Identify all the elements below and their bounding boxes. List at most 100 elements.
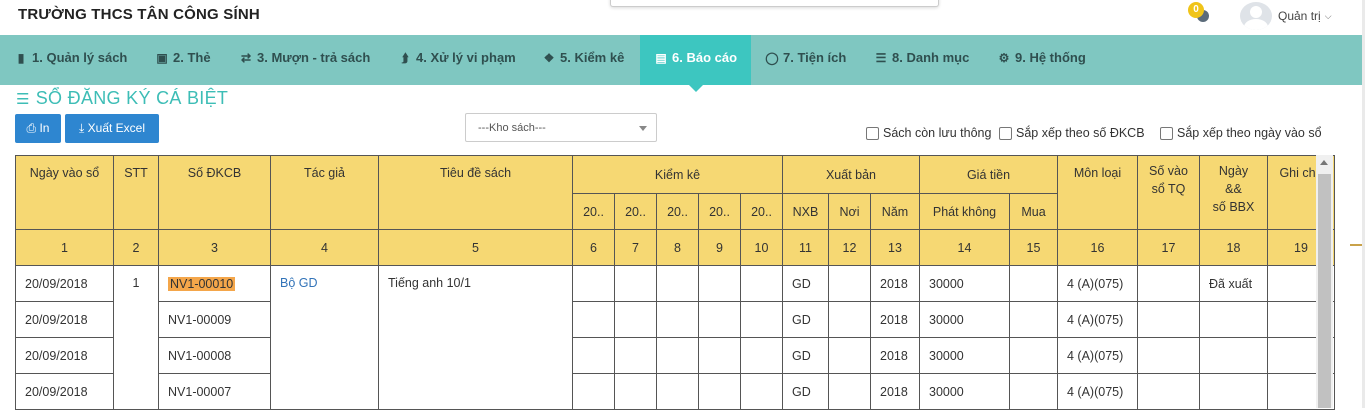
col-number: 14 xyxy=(919,229,1010,266)
cell-ngay-bbx xyxy=(1199,373,1268,410)
nav-label: 1. Quản lý sách xyxy=(32,50,128,65)
col-number: 18 xyxy=(1199,229,1268,266)
header-kiem-ke: Kiểm kê xyxy=(572,155,783,194)
notification-button[interactable]: 0 xyxy=(1188,2,1212,24)
scrollbar-thumb[interactable] xyxy=(1318,174,1331,408)
header-ngay-vao-so: Ngày vào sổ xyxy=(15,155,114,230)
nav-label: 4. Xử lý vi phạm xyxy=(416,50,516,65)
cell-noi xyxy=(828,337,871,374)
nav-item-quan-ly-sach[interactable]: ▮ 1. Quản lý sách xyxy=(14,35,128,85)
col-number: 3 xyxy=(158,229,271,266)
download-icon: ⤓ xyxy=(78,121,85,135)
checkbox-box[interactable] xyxy=(1160,126,1173,140)
cell-ngay-bbx: Đã xuất xyxy=(1199,265,1268,302)
cell-kk xyxy=(740,265,783,302)
cell-kk xyxy=(656,373,699,410)
header-kk-2: 20.. xyxy=(614,193,657,230)
nav-item-the[interactable]: ▣ 2. Thẻ xyxy=(155,35,210,85)
cell-nxb: GD xyxy=(782,337,829,374)
header-ngay-bbx: Ngày && số BBX xyxy=(1199,155,1268,230)
table-row: 20/09/2018 1 NV1-00010 Bộ GD Tiếng anh 1… xyxy=(15,265,1335,410)
header-so-vao-so-tq: Số vào sổ TQ xyxy=(1137,155,1200,230)
col-number: 2 xyxy=(113,229,159,266)
cell-kk xyxy=(614,265,657,302)
col-number: 11 xyxy=(782,229,829,266)
col-number: 9 xyxy=(698,229,741,266)
user-menu[interactable]: Quản trị ⌵ xyxy=(1240,2,1332,30)
cell-so-tq xyxy=(1137,373,1200,410)
user-name: Quản trị xyxy=(1278,9,1321,23)
table-scrollbar[interactable] xyxy=(1316,155,1333,408)
cell-mon-loai: 4 (A)(075) xyxy=(1057,265,1138,302)
print-button[interactable]: ⎙ In xyxy=(15,114,61,143)
dkcb-highlight: NV1-00010 xyxy=(168,276,236,291)
cell-mon-loai: 4 (A)(075) xyxy=(1057,301,1138,338)
warehouse-select[interactable]: ---Kho sách--- xyxy=(465,113,657,142)
header-mon-loai: Môn loại xyxy=(1057,155,1138,230)
nav-label: 8. Danh mục xyxy=(892,50,970,65)
col-number: 4 xyxy=(270,229,379,266)
checkbox-sort-date[interactable]: Sắp xếp theo ngày vào sổ xyxy=(1160,126,1322,140)
cell-dkcb: NV1-00008 xyxy=(158,337,271,374)
checkbox-box[interactable] xyxy=(999,126,1012,140)
exchange-icon: ⇄ xyxy=(240,51,252,65)
cell-mon-loai: 4 (A)(075) xyxy=(1057,373,1138,410)
cell-noi xyxy=(828,301,871,338)
print-icon: ⎙ xyxy=(26,121,37,135)
cell-kk xyxy=(698,373,741,410)
nav-item-tien-ich[interactable]: ◯ 7. Tiện ích xyxy=(765,35,846,85)
header-xuat-ban: Xuất bản xyxy=(782,155,920,194)
cell-kk xyxy=(572,337,615,374)
checkbox-box[interactable] xyxy=(866,126,879,140)
col-number: 16 xyxy=(1057,229,1138,266)
chevron-down-icon: ⌵ xyxy=(1324,10,1332,21)
page-title-text: SỔ ĐĂNG KÝ CÁ BIỆT xyxy=(35,88,229,108)
nav-item-he-thong[interactable]: ⚙ 9. Hệ thống xyxy=(997,35,1086,85)
checkbox-label: Sắp xếp theo ngày vào sổ xyxy=(1177,126,1322,140)
nav-label: 3. Mượn - trả sách xyxy=(257,50,371,65)
cell-kk xyxy=(656,337,699,374)
nav-item-xu-ly-vi-pham[interactable]: ⮭ 4. Xử lý vi phạm xyxy=(398,35,516,85)
cell-title: Tiếng anh 10/1 xyxy=(378,265,573,410)
cell-dkcb: NV1-00010 xyxy=(158,265,271,302)
cell-price: 30000 xyxy=(919,265,1010,302)
table-row: 20/09/2018 NV1-00007 GD 2018 30000 4 (A)… xyxy=(15,373,1335,410)
cell-kk xyxy=(614,373,657,410)
nav-item-bao-cao[interactable]: ▤ 6. Báo cáo xyxy=(640,35,752,92)
header-line: sổ TQ xyxy=(1151,182,1186,196)
cell-kk xyxy=(698,301,741,338)
author-link[interactable]: Bộ GD xyxy=(280,276,318,290)
cell-mua xyxy=(1009,373,1058,410)
table-row: 20/09/2018 NV1-00009 GD 2018 30000 4 (A)… xyxy=(15,301,1335,338)
cell-date: 20/09/2018 xyxy=(15,373,114,410)
cell-noi xyxy=(828,373,871,410)
header-so-dkcb: Số ĐKCB xyxy=(158,155,271,230)
book-icon: ▮ xyxy=(17,51,25,65)
cell-stt: 1 xyxy=(113,265,159,410)
nav-item-danh-muc[interactable]: ☰ 8. Danh mục xyxy=(874,35,970,85)
nav-item-muon-tra-sach[interactable]: ⇄ 3. Mượn - trả sách xyxy=(239,35,370,85)
cell-mua xyxy=(1009,301,1058,338)
scroll-up-icon[interactable] xyxy=(1320,160,1328,165)
bolt-icon: ⮭ xyxy=(401,51,409,65)
header-line: Số vào xyxy=(1149,164,1188,178)
cell-kk xyxy=(740,301,783,338)
cell-year: 2018 xyxy=(870,301,920,338)
header-kk-1: 20.. xyxy=(572,193,615,230)
col-number: 15 xyxy=(1009,229,1058,266)
col-number: 8 xyxy=(656,229,699,266)
cell-date: 20/09/2018 xyxy=(15,265,114,302)
cell-author[interactable]: Bộ GD xyxy=(270,265,379,410)
checkbox-circulating[interactable]: Sách còn lưu thông xyxy=(866,126,991,140)
cell-kk xyxy=(740,337,783,374)
header-tieu-de: Tiêu đề sách xyxy=(378,155,573,230)
export-excel-button[interactable]: ⤓ Xuất Excel xyxy=(65,114,159,143)
header-nam: Năm xyxy=(870,193,920,230)
nav-item-kiem-ke[interactable]: ❖ 5. Kiểm kê xyxy=(542,35,625,85)
lightbulb-icon: ◯ xyxy=(765,51,779,65)
checkbox-sort-dkcb[interactable]: Sắp xếp theo số ĐKCB xyxy=(999,126,1145,140)
nav-label: 9. Hệ thống xyxy=(1015,50,1086,65)
header-noi: Nơi xyxy=(828,193,871,230)
col-number: 12 xyxy=(828,229,871,266)
cell-dkcb: NV1-00009 xyxy=(158,301,271,338)
